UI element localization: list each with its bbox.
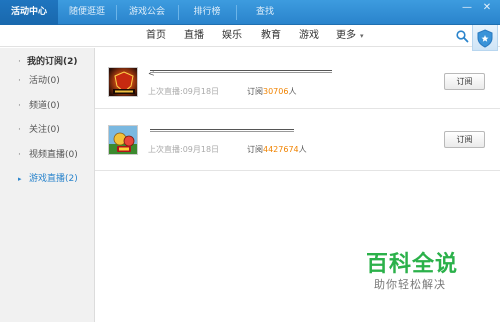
sidebar-item-video-live[interactable]: · 视频直播(0)	[0, 147, 95, 163]
sidebar-item-activity[interactable]: · 活动(0)	[0, 73, 95, 89]
sidebar: · 我的订阅(2) · 活动(0) · 频道(0) · 关注(0) · 视频直播…	[0, 48, 95, 322]
subscriber-number: 30706	[263, 87, 289, 96]
subscriber-prefix: 订阅	[247, 87, 263, 96]
sidebar-item-label: 视频直播(0)	[29, 150, 78, 160]
nav-home[interactable]: 首页	[146, 25, 166, 47]
subscriber-number: 4427674	[263, 145, 299, 154]
last-live-date: 上次直播:09月18日	[148, 87, 220, 96]
bullet-icon: ·	[18, 125, 21, 135]
subscriber-suffix: 人	[298, 145, 307, 154]
nav-games[interactable]: 游戏	[299, 25, 319, 47]
sidebar-header-my-subscriptions[interactable]: · 我的订阅(2)	[0, 54, 95, 70]
subscriber-count: 订阅30706人	[247, 87, 296, 97]
nav-more[interactable]: 更多	[336, 25, 356, 47]
channel-row: 上次直播:09月18日 订阅4427674人 订阅	[95, 119, 500, 171]
search-icon[interactable]	[455, 29, 469, 43]
tab-ranking[interactable]: 排行榜	[180, 0, 234, 25]
sidebar-item-follow[interactable]: · 关注(0)	[0, 122, 95, 138]
channel-thumbnail[interactable]	[108, 125, 138, 155]
watermark-title: 百科全说	[366, 252, 459, 277]
nav-entertainment[interactable]: 娱乐	[222, 25, 242, 47]
last-live-date: 上次直播:09月18日	[148, 145, 220, 154]
minimize-button[interactable]: —	[460, 3, 474, 13]
triangle-right-icon: ▸	[18, 175, 22, 183]
game-cover-image	[109, 126, 137, 154]
subscriber-prefix: 订阅	[247, 145, 263, 154]
bullet-icon: ·	[18, 101, 21, 111]
subscriber-count: 订阅4427674人	[247, 145, 307, 155]
tab-divider	[116, 5, 117, 20]
tab-activity-center[interactable]: 活动中心	[0, 0, 58, 25]
shield-button[interactable]	[472, 25, 498, 51]
sidebar-item-label: 关注(0)	[29, 125, 60, 135]
subscribe-button[interactable]: 订阅	[444, 73, 485, 90]
sidebar-header-label: 我的订阅(2)	[27, 57, 78, 67]
game-cover-image	[109, 68, 137, 96]
nav-education[interactable]: 教育	[261, 25, 281, 47]
channel-title-redacted[interactable]	[150, 129, 294, 132]
sidebar-item-label: 游戏直播(2)	[29, 174, 78, 184]
chevron-down-icon[interactable]: ▾	[360, 25, 364, 47]
tab-game-guild[interactable]: 游戏公会	[118, 0, 176, 25]
channel-row: < 上次直播:09月18日 订阅30706人 订阅	[95, 57, 500, 109]
watermark-logo: 百科全说 助你轻松解决	[350, 240, 475, 298]
sidebar-item-game-live[interactable]: ▸ 游戏直播(2)	[0, 171, 95, 187]
sidebar-item-label: 活动(0)	[29, 76, 60, 86]
tab-divider	[178, 5, 179, 20]
nav-live[interactable]: 直播	[184, 25, 204, 47]
watermark-subtitle: 助你轻松解决	[374, 278, 446, 291]
tab-divider	[236, 5, 237, 20]
channel-title-redacted[interactable]	[150, 70, 332, 73]
bullet-icon: ·	[18, 57, 21, 67]
category-nav: 首页 直播 娱乐 教育 游戏 更多 ▾	[0, 25, 500, 47]
bullet-icon: ·	[18, 76, 21, 86]
subscribe-button[interactable]: 订阅	[444, 131, 485, 148]
subscriber-suffix: 人	[288, 87, 297, 96]
bullet-icon: ·	[18, 150, 21, 160]
tab-browse[interactable]: 随便逛逛	[60, 0, 114, 25]
tab-search[interactable]: 查找	[238, 0, 292, 25]
sidebar-item-label: 频道(0)	[29, 101, 60, 111]
top-tab-bar: 活动中心 随便逛逛 游戏公会 排行榜 查找 — ✕	[0, 0, 500, 25]
sidebar-item-channels[interactable]: · 频道(0)	[0, 98, 95, 114]
shield-icon	[477, 29, 493, 48]
channel-thumbnail[interactable]	[108, 67, 138, 97]
close-button[interactable]: ✕	[480, 3, 494, 13]
